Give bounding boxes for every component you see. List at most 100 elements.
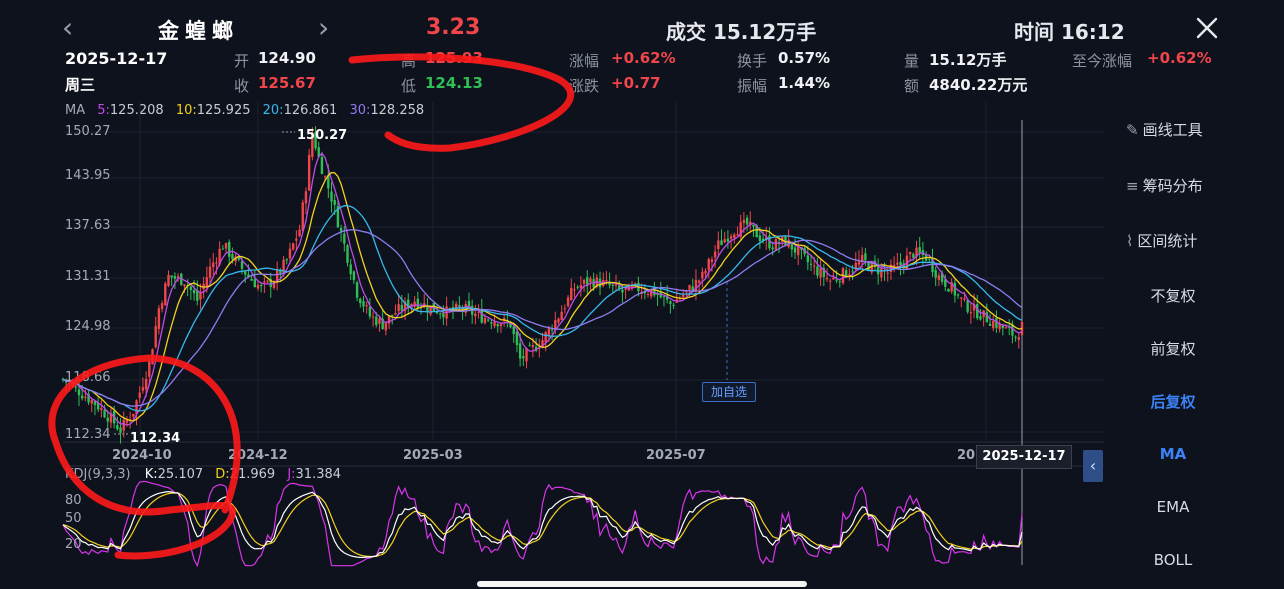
candle-body <box>458 305 461 307</box>
min-price-label: 112.34 <box>130 431 181 446</box>
candle-body <box>848 274 851 276</box>
candle-body <box>697 280 701 283</box>
candle-body <box>934 270 937 278</box>
range-stat-button[interactable]: ⌇ 区间统计 <box>1122 230 1228 251</box>
candle-body <box>400 304 404 311</box>
candle-body <box>148 361 151 377</box>
price-tick: 150.27 <box>65 124 111 139</box>
candle-body <box>416 298 420 309</box>
home-indicator <box>477 581 807 587</box>
candle-body <box>323 176 327 178</box>
candle-body <box>813 265 816 267</box>
candle-body <box>816 266 819 276</box>
candle-body <box>119 427 122 433</box>
candle-body <box>330 191 333 202</box>
candle-body <box>365 305 368 307</box>
candle-body <box>288 248 292 259</box>
candle-body <box>710 259 714 263</box>
candle-body <box>726 238 730 242</box>
kdj-label: KDJ(9,3,3) <box>65 467 131 482</box>
candle-body <box>298 229 301 237</box>
candle-body <box>496 324 499 327</box>
candle-body <box>256 284 260 289</box>
candle-body <box>74 386 77 388</box>
candle-body <box>557 318 560 323</box>
candle-body <box>355 282 359 298</box>
candle-body <box>320 156 324 175</box>
candle-body <box>720 240 723 246</box>
candle-body <box>77 389 81 396</box>
candle-body <box>483 318 487 323</box>
candle-body <box>966 300 969 312</box>
candle-body <box>566 297 570 307</box>
candle-body <box>515 331 519 345</box>
range-stat-icon: ⌇ <box>1126 232 1134 250</box>
candle-body <box>908 251 912 255</box>
candle-body <box>333 200 336 205</box>
candle-body <box>880 268 883 278</box>
candle-body <box>157 308 161 329</box>
candle-body <box>662 296 666 298</box>
ma-indicator-button[interactable]: MA <box>1122 445 1224 463</box>
candle-body <box>522 356 525 359</box>
cursor-date-marker: 2025-12-17 <box>976 445 1072 469</box>
candle-body <box>359 298 362 304</box>
candle-body <box>611 284 615 286</box>
kdj-legend: KDJ(9,3,3) K:25.107 D:21.969 J:31.384 <box>65 467 341 482</box>
candle-body <box>774 238 778 250</box>
candle-body <box>493 322 496 327</box>
candle-body <box>1017 337 1021 340</box>
candle-body <box>995 318 998 328</box>
candle-body <box>349 264 352 275</box>
collapse-chevron-icon[interactable]: ‹ <box>1083 450 1103 482</box>
candle-body <box>80 395 84 399</box>
candle-body <box>164 283 167 306</box>
candle-body <box>758 235 762 242</box>
date-tick: 2025-03 <box>403 448 463 463</box>
backward-adjust-button[interactable]: 后复权 <box>1122 391 1224 412</box>
candle-body <box>809 263 813 265</box>
candle-body <box>362 301 365 307</box>
candle-body <box>576 286 579 288</box>
candle-body <box>672 304 675 306</box>
candle-body <box>752 224 755 227</box>
date-tick: 2025-07 <box>646 448 706 463</box>
candle-body <box>544 332 547 343</box>
candle-body <box>132 413 135 417</box>
candle-body <box>394 312 397 315</box>
price-tick: 137.63 <box>65 218 111 233</box>
candlestick-chart[interactable] <box>0 0 1284 589</box>
candle-body <box>474 313 477 317</box>
ma5-line <box>62 152 1023 426</box>
forward-adjust-button[interactable]: 前复权 <box>1122 338 1224 359</box>
chip-distribution-label: 筹码分布 <box>1142 177 1203 195</box>
price-tick: 118.66 <box>65 370 111 385</box>
ema-indicator-button[interactable]: EMA <box>1122 498 1224 516</box>
kdj-j-value: 31.384 <box>295 467 342 482</box>
candle-body <box>729 236 733 239</box>
draw-tool-button[interactable]: ✎ 画线工具 <box>1122 119 1228 140</box>
candle-body <box>221 248 225 250</box>
candle-body <box>205 277 209 287</box>
candle-body <box>829 280 832 282</box>
candle-body <box>215 262 218 264</box>
candle-body <box>151 349 154 365</box>
candle-body <box>250 278 253 281</box>
no-adjust-button[interactable]: 不复权 <box>1122 285 1224 306</box>
add-watchlist-tag[interactable]: 加自选 <box>702 382 756 402</box>
candle-body <box>771 247 774 250</box>
candle-body <box>439 313 442 315</box>
candle-body <box>442 313 445 318</box>
candle-body <box>723 239 726 243</box>
kdj-level-tick: 50 <box>65 511 82 526</box>
candle-body <box>384 322 388 331</box>
candle-body <box>547 328 551 336</box>
candle-body <box>819 268 822 278</box>
ma10-line <box>62 171 1023 422</box>
chip-distribution-button[interactable]: ≡ 筹码分布 <box>1122 175 1228 196</box>
candle-body <box>100 408 103 411</box>
boll-indicator-button[interactable]: BOLL <box>1122 551 1224 569</box>
kdj-j-key: J: <box>287 467 296 482</box>
candle-body <box>646 294 650 296</box>
candle-body <box>512 326 515 335</box>
